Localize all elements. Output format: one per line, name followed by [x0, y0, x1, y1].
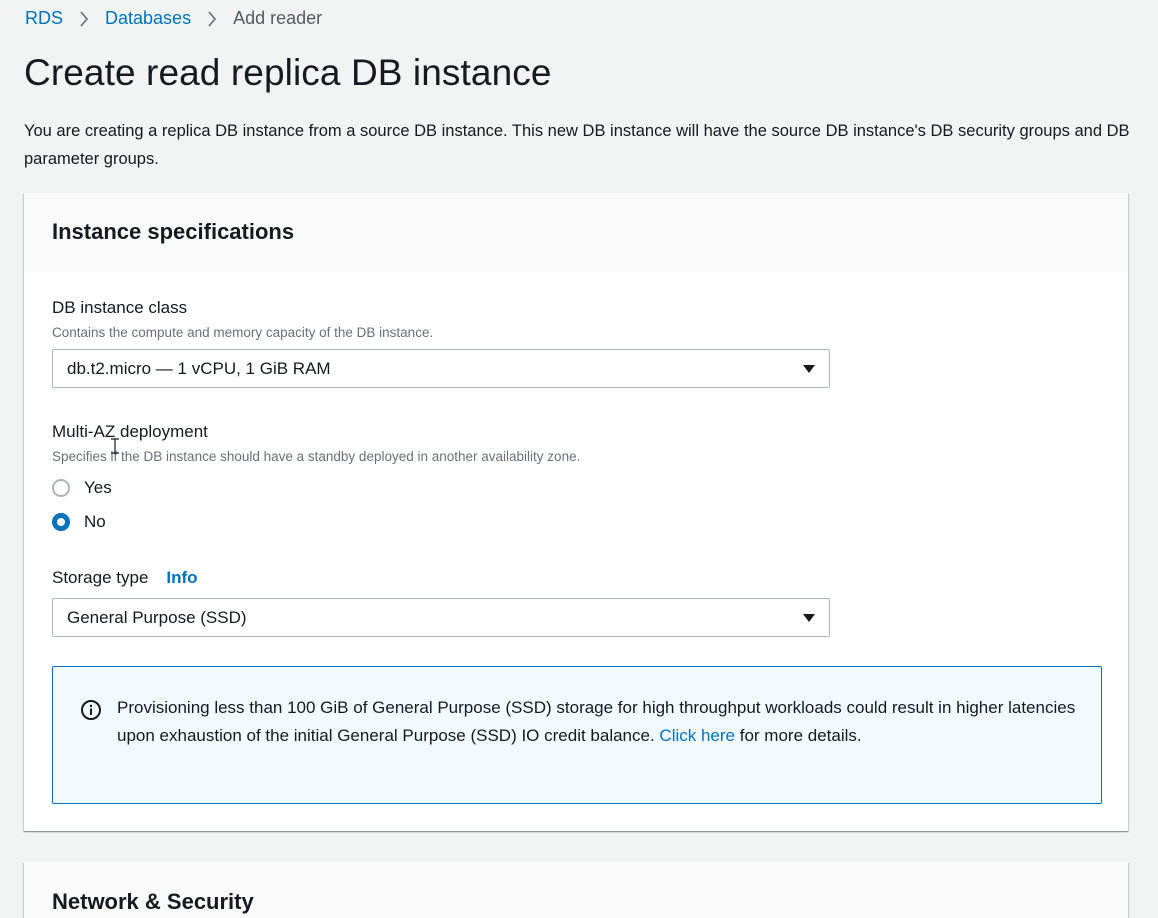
page-description: You are creating a replica DB instance f… [24, 122, 1130, 168]
db-instance-class-description: Contains the compute and memory capacity… [52, 325, 434, 340]
caret-down-icon [789, 364, 829, 374]
db-instance-class-value: db.t2.micro — 1 vCPU, 1 GiB RAM [67, 358, 331, 378]
text-cursor-icon [110, 438, 120, 459]
network-security-title: Network & Security [52, 889, 254, 914]
breadcrumb-current: Add reader [233, 7, 323, 28]
panel-header: Instance specifications [24, 193, 1128, 272]
storage-type-value: General Purpose (SSD) [67, 607, 247, 627]
instance-specifications-panel: Instance specifications DB instance clas… [24, 193, 1128, 831]
alert-message: Provisioning less than 100 GiB of Genera… [117, 694, 1077, 750]
multi-az-option-yes[interactable]: Yes [52, 478, 112, 498]
breadcrumb-databases[interactable]: Databases [105, 8, 191, 29]
chevron-right-icon [191, 8, 233, 29]
alert-text-end: for more details. [735, 726, 862, 745]
breadcrumb: RDS Databases Add reader [25, 7, 322, 29]
db-instance-class-label: DB instance class [52, 298, 188, 317]
network-security-panel: Network & Security [24, 862, 1128, 918]
alert-text-main: Provisioning less than 100 GiB of Genera… [117, 698, 1076, 745]
multi-az-label: Multi-AZ deployment [52, 422, 208, 441]
radio-label-no: No [84, 512, 106, 531]
storage-type-info-link[interactable]: Info [166, 568, 197, 587]
storage-type-label-text: Storage type [52, 568, 149, 587]
breadcrumb-rds[interactable]: RDS [25, 8, 63, 29]
db-instance-class-select[interactable]: db.t2.micro — 1 vCPU, 1 GiB RAM [52, 349, 830, 388]
radio-label-yes: Yes [84, 478, 112, 497]
storage-type-label: Storage type Info [52, 568, 198, 588]
storage-info-alert: Provisioning less than 100 GiB of Genera… [52, 666, 1102, 804]
radio-button-no[interactable] [52, 513, 70, 531]
panel-title: Instance specifications [52, 219, 295, 244]
storage-type-select[interactable]: General Purpose (SSD) [52, 598, 830, 637]
alert-click-here-link[interactable]: Click here [659, 726, 735, 745]
multi-az-option-no[interactable]: No [52, 512, 106, 532]
page: RDS Databases Add reader Create read rep… [0, 0, 1158, 918]
page-title: Create read replica DB instance [24, 52, 552, 93]
multi-az-description: Specifies if the DB instance should have… [52, 449, 581, 464]
radio-button-yes[interactable] [52, 479, 70, 497]
caret-down-icon [789, 613, 829, 623]
chevron-right-icon [63, 8, 105, 29]
info-circle-icon [80, 699, 102, 726]
